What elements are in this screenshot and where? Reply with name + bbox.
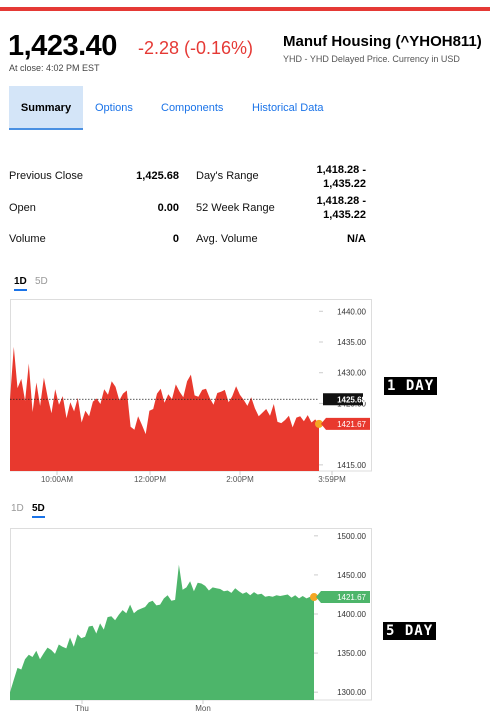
index-subtitle: YHD - YHD Delayed Price. Currency in USD bbox=[283, 54, 460, 64]
y-tick-label: 1440.00 bbox=[337, 307, 366, 316]
days-range-label: Day's Range bbox=[196, 170, 259, 182]
previous-close-value: 1,425.68 bbox=[136, 170, 179, 182]
y-tick-label: 1350.00 bbox=[337, 649, 366, 658]
tab-summary[interactable]: Summary bbox=[9, 86, 83, 130]
week52-range-label: 52 Week Range bbox=[196, 202, 275, 214]
chart2-toggle-5d[interactable]: 5D bbox=[32, 503, 45, 518]
days-range-value-line1: 1,418.28 - bbox=[316, 164, 366, 176]
chart2-range-toggle: 1D 5D bbox=[11, 503, 71, 519]
week52-range-value-line1: 1,418.28 - bbox=[316, 195, 366, 207]
y-tick-label: 1500.00 bbox=[337, 532, 366, 541]
x-tick-label: Mon bbox=[195, 704, 211, 713]
one-day-chart: 1440.001435.001430.001425.001415.001425.… bbox=[10, 299, 372, 485]
quote-tabs: Summary Options Components Historical Da… bbox=[9, 86, 349, 130]
five-day-label: 5 DAY bbox=[383, 622, 437, 640]
avg-volume-value: N/A bbox=[347, 233, 366, 245]
y-tick-label: 1435.00 bbox=[337, 338, 366, 347]
x-tick-label: 2:00PM bbox=[226, 475, 254, 484]
x-tick-label: 10:00AM bbox=[41, 475, 73, 484]
y-tick-label: 1400.00 bbox=[337, 610, 366, 619]
avg-volume-label: Avg. Volume bbox=[196, 233, 258, 245]
five-day-chart-svg: 1500.00 1450.00 1400.00 1350.00 1300.00 1421.… bbox=[10, 528, 372, 713]
open-value: 0.00 bbox=[157, 202, 179, 214]
price-area bbox=[10, 564, 314, 700]
volume-label: Volume bbox=[9, 233, 46, 245]
chart1-toggle-1d[interactable]: 1D bbox=[14, 276, 27, 291]
week52-range-value-line2: 1,435.22 bbox=[323, 209, 366, 221]
tab-components[interactable]: Components bbox=[161, 86, 223, 130]
index-name: Manuf Housing (^YHOH811) bbox=[283, 33, 482, 50]
previous-close-label: 1425.68 bbox=[337, 395, 366, 404]
close-time: At close: 4:02 PM EST bbox=[9, 63, 100, 73]
y-tick-label: 1300.00 bbox=[337, 688, 366, 697]
y-tick-label: 1450.00 bbox=[337, 571, 366, 580]
one-day-chart-svg: 1440.001435.001430.001425.001415.001425.… bbox=[10, 299, 372, 484]
stats-row: Volume 0 Avg. Volume N/A bbox=[9, 225, 369, 255]
x-tick-label: Thu bbox=[75, 704, 89, 713]
top-accent-bar bbox=[0, 7, 490, 11]
price-change: -2.28 (-0.16%) bbox=[138, 38, 254, 58]
tab-historical-data[interactable]: Historical Data bbox=[252, 86, 324, 130]
chart1-toggle-5d[interactable]: 5D bbox=[35, 276, 48, 287]
volume-value: 0 bbox=[172, 233, 179, 245]
previous-close-label: Previous Close bbox=[9, 170, 83, 182]
stats-row: Previous Close 1,425.68 Day's Range 1,41… bbox=[9, 162, 369, 192]
days-range-value-line2: 1,435.22 bbox=[323, 178, 366, 190]
current-price: 1,423.40 bbox=[8, 30, 117, 62]
open-label: Open bbox=[9, 202, 36, 214]
five-day-chart: 1500.00 1450.00 1400.00 1350.00 1300.00 1421.… bbox=[10, 528, 372, 714]
chart2-toggle-1d[interactable]: 1D bbox=[11, 503, 24, 514]
x-tick-label: 12:00PM bbox=[134, 475, 166, 484]
chart1-range-toggle: 1D 5D bbox=[11, 276, 71, 292]
y-tick-label: 1415.00 bbox=[337, 461, 366, 470]
price-area bbox=[10, 346, 319, 471]
stats-row: Open 0.00 52 Week Range 1,418.28 - 1,435… bbox=[9, 194, 369, 224]
last-value-label: 1421.67 bbox=[337, 593, 366, 602]
tab-options[interactable]: Options bbox=[95, 86, 133, 130]
x-tick-label: 3:59PM bbox=[318, 475, 346, 484]
y-tick-label: 1430.00 bbox=[337, 369, 366, 378]
one-day-label: 1 DAY bbox=[384, 377, 438, 395]
last-value-label: 1421.67 bbox=[337, 420, 366, 429]
